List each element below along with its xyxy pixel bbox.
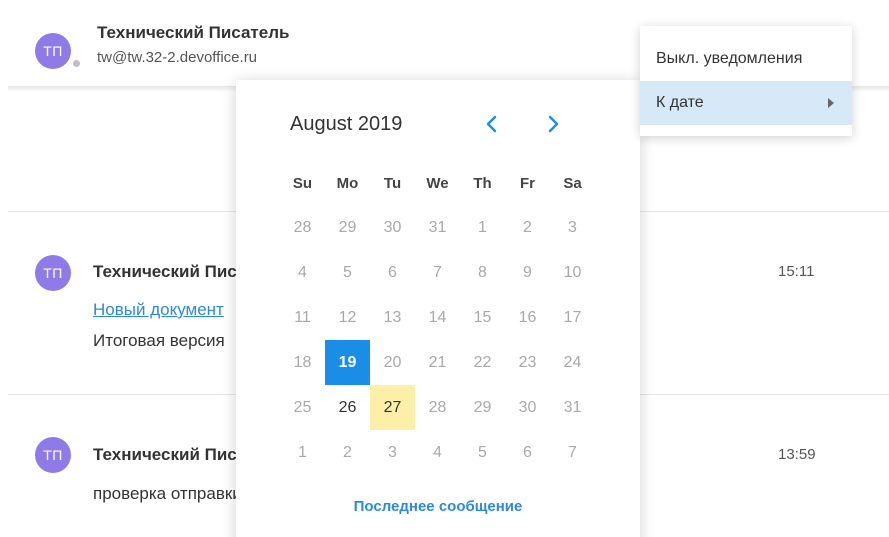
calendar-day[interactable]: 10 [550, 250, 595, 295]
calendar-day[interactable]: 8 [460, 250, 505, 295]
calendar-day[interactable]: 7 [415, 250, 460, 295]
calendar-day[interactable]: 23 [505, 340, 550, 385]
menu-item-label: Выкл. уведомления [656, 50, 803, 67]
calendar-day[interactable]: 22 [460, 340, 505, 385]
avatar[interactable]: ТП [35, 255, 71, 291]
calendar-day[interactable]: 14 [415, 295, 460, 340]
calendar-day[interactable]: 28 [280, 205, 325, 250]
menu-item-go-to-date[interactable]: К дате [640, 81, 852, 125]
calendar-day[interactable]: 30 [370, 205, 415, 250]
context-menu: Выкл. уведомления К дате [640, 26, 852, 136]
date-picker: August 2019 Su Mo Tu We Th Fr Sa 28 29 30 3… [236, 80, 640, 537]
calendar-day[interactable]: 29 [325, 205, 370, 250]
weekday-label: We [426, 175, 449, 192]
calendar-day[interactable]: 21 [415, 340, 460, 385]
calendar-day[interactable]: 29 [460, 385, 505, 430]
calendar-day[interactable]: 20 [370, 340, 415, 385]
message-time: 15:11 [778, 263, 815, 280]
avatar[interactable]: ТП [35, 437, 71, 473]
calendar-day[interactable]: 1 [460, 205, 505, 250]
message-text: Итоговая версия [93, 331, 225, 350]
calendar-day[interactable]: 27 [370, 385, 415, 430]
message-time: 13:59 [778, 446, 816, 463]
calendar-day[interactable]: 5 [325, 250, 370, 295]
calendar-day[interactable]: 26 [325, 385, 370, 430]
last-message-link[interactable]: Последнее сообщение [236, 498, 640, 515]
calendar-day[interactable]: 12 [325, 295, 370, 340]
weekday-label: Tu [383, 175, 402, 192]
submenu-arrow-icon [828, 98, 834, 108]
calendar-day[interactable]: 6 [370, 250, 415, 295]
calendar-day[interactable]: 4 [280, 250, 325, 295]
calendar-day[interactable]: 31 [550, 385, 595, 430]
calendar-day[interactable]: 3 [550, 205, 595, 250]
menu-item-label: К дате [656, 94, 704, 111]
calendar-day[interactable]: 2 [325, 430, 370, 475]
calendar-day[interactable]: 1 [280, 430, 325, 475]
calendar-day[interactable]: 17 [550, 295, 595, 340]
calendar-day[interactable]: 13 [370, 295, 415, 340]
calendar-day[interactable]: 4 [415, 430, 460, 475]
calendar-day[interactable]: 31 [415, 205, 460, 250]
calendar-day[interactable]: 28 [415, 385, 460, 430]
calendar-day[interactable]: 30 [505, 385, 550, 430]
weekday-label: Su [292, 175, 313, 192]
calendar-day[interactable]: 16 [505, 295, 550, 340]
calendar-day[interactable]: 3 [370, 430, 415, 475]
calendar-day[interactable]: 5 [460, 430, 505, 475]
chevron-right-icon[interactable] [540, 110, 566, 138]
calendar-day[interactable]: 6 [505, 430, 550, 475]
avatar[interactable]: ТП [35, 33, 71, 69]
calendar-day[interactable]: 24 [550, 340, 595, 385]
weekday-label: Th [473, 175, 492, 192]
user-name: Технический Писатель [97, 23, 290, 42]
weekday-label: Sa [563, 175, 582, 192]
calendar-day[interactable]: 15 [460, 295, 505, 340]
calendar-day[interactable]: 19 [325, 340, 370, 385]
document-link[interactable]: Новый документ [93, 300, 224, 320]
user-email: tw@tw.32-2.devoffice.ru [97, 49, 258, 66]
calendar-day[interactable]: 2 [505, 205, 550, 250]
chevron-left-icon[interactable] [479, 110, 505, 138]
message-text: проверка отправки [93, 484, 242, 503]
weekday-label: Mo [336, 175, 359, 192]
calendar-day[interactable]: 7 [550, 430, 595, 475]
calendar-month-title: August 2019 [290, 113, 403, 135]
calendar-day[interactable]: 18 [280, 340, 325, 385]
weekday-label: Fr [520, 175, 535, 192]
calendar-day[interactable]: 25 [280, 385, 325, 430]
calendar-day[interactable]: 11 [280, 295, 325, 340]
calendar-day[interactable]: 9 [505, 250, 550, 295]
menu-item-mute-notifications[interactable]: Выкл. уведомления [640, 37, 852, 81]
status-indicator [71, 58, 82, 69]
